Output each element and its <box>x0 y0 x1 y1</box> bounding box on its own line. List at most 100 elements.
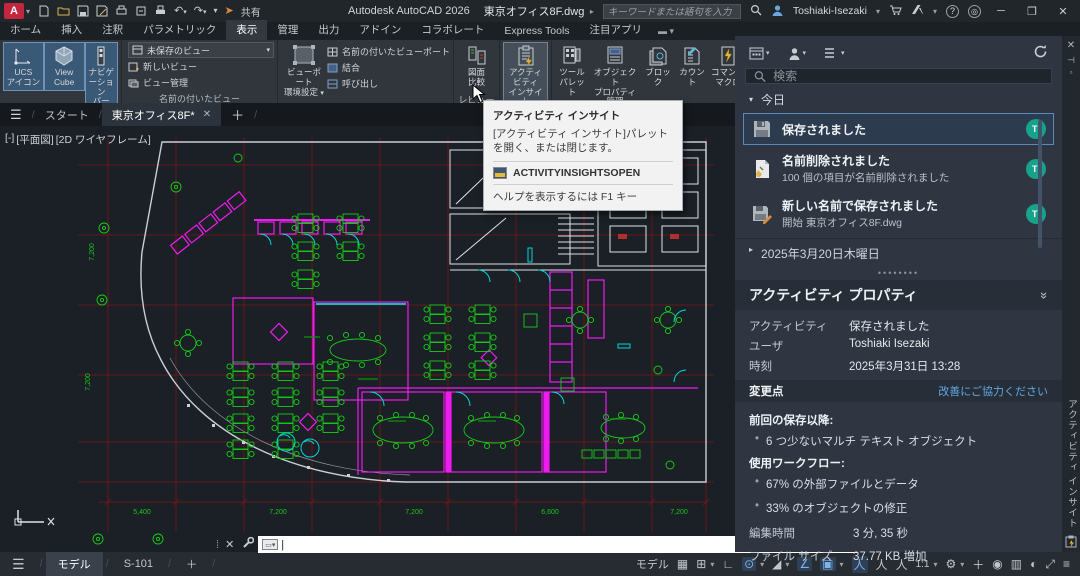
tool-palettes-button[interactable]: ツールパレット <box>555 42 589 100</box>
date-filter-button[interactable]: ▾ <box>749 46 770 60</box>
viewport-config-button[interactable]: ビューポート 環境設定 ▾ <box>281 42 327 101</box>
viewcube-button[interactable]: ViewCube <box>44 42 85 91</box>
undo-icon[interactable]: ↶▾ <box>174 6 187 17</box>
notifications-icon[interactable]: ◎ <box>968 5 981 18</box>
layout-menu-icon[interactable]: ☰ <box>0 556 37 573</box>
tab-home[interactable]: ホーム <box>0 20 51 40</box>
tab-output[interactable]: 出力 <box>308 20 349 40</box>
panel-close-icon[interactable]: ✕ <box>1067 40 1075 51</box>
share-icon[interactable]: ➤ <box>225 6 234 17</box>
share-label[interactable]: 共有 <box>241 4 261 19</box>
new-view-button[interactable]: 新しいビュー <box>128 59 197 74</box>
avatar[interactable]: TI <box>1026 119 1046 139</box>
tab-view[interactable]: 表示 <box>226 20 267 40</box>
snap-toggle-icon[interactable]: ⊞ <box>696 557 706 571</box>
autodesk-logo-icon[interactable] <box>911 4 924 18</box>
group-today[interactable]: ▾ 今日 <box>735 84 1062 112</box>
panel-autohide-icon[interactable]: ⊣ <box>1067 55 1075 66</box>
tab-addins[interactable]: アドイン <box>349 20 411 40</box>
ribbon-display-toggle-icon[interactable]: ▬ ▾ <box>658 26 674 40</box>
tab-annotate[interactable]: 注釈 <box>92 20 133 40</box>
new-drawing-tab-button[interactable]: ＋ <box>221 105 254 124</box>
tab-insert[interactable]: 挿入 <box>51 20 92 40</box>
ucs-icon-button[interactable]: UCSアイコン <box>3 42 44 91</box>
panel-splitter[interactable]: •••••••• <box>735 268 1062 278</box>
activity-search-input[interactable] <box>773 69 1043 83</box>
app-menu-button[interactable]: A <box>4 3 24 19</box>
view-manager-button[interactable]: ビュー管理 <box>128 75 188 90</box>
command-line-tools-icon[interactable] <box>238 537 258 552</box>
file-tab-menu-icon[interactable]: ☰ <box>0 107 32 123</box>
close-button[interactable]: ✕ <box>1052 5 1074 18</box>
avatar[interactable]: TI <box>1026 204 1046 224</box>
activity-item-purged[interactable]: 名前削除されました 100 個の項目が名前削除されました TI <box>743 147 1054 190</box>
activity-item-saved[interactable]: 保存されました TI <box>743 113 1054 145</box>
app-store-icon[interactable] <box>889 4 902 19</box>
command-line-close-icon[interactable]: ✕ <box>221 538 238 551</box>
app-menu-arrow-icon[interactable]: ▾ <box>26 7 30 16</box>
collapse-arrow-icon[interactable]: ▾ <box>749 95 753 104</box>
export-icon[interactable] <box>135 5 147 17</box>
restore-viewports-button[interactable]: 呼び出し <box>327 76 450 91</box>
panel-side-tab-icon[interactable] <box>1065 535 1077 548</box>
command-line-grip[interactable]: ⁞ <box>213 539 221 551</box>
count-palette-button[interactable]: カウント <box>675 42 709 91</box>
tab-document[interactable]: 東京オフィス8F* ✕ <box>102 103 221 127</box>
new-layout-button[interactable]: ＋ <box>174 552 209 576</box>
grid-toggle-icon[interactable]: ▦ <box>677 557 688 571</box>
help-icon[interactable]: ? <box>946 5 959 18</box>
ortho-toggle-icon[interactable]: ∟ <box>722 557 734 571</box>
named-viewports-button[interactable]: 名前の付いたビューポート <box>327 44 450 59</box>
panel-properties-icon[interactable]: ▫ <box>1070 68 1073 77</box>
print-icon[interactable] <box>154 5 167 17</box>
panel-side-tab-label[interactable]: アクティビティ インサイト <box>1064 399 1078 529</box>
viewport-menu-control[interactable]: [-] <box>5 132 14 147</box>
user-menu-arrow-icon[interactable]: ▾ <box>876 7 880 16</box>
activity-search[interactable] <box>745 68 1052 84</box>
user-filter-button[interactable]: ▾ <box>788 47 807 60</box>
tab-express-tools[interactable]: Express Tools <box>494 23 579 40</box>
layout-tab[interactable]: S-101 <box>112 554 165 574</box>
tab-featured-apps[interactable]: 注目アプリ <box>580 20 653 40</box>
navigation-bar-button[interactable]: ナビゲーションバー <box>85 42 118 110</box>
saveas-icon[interactable] <box>96 5 108 17</box>
close-document-icon[interactable]: ✕ <box>203 109 211 120</box>
activity-properties-header[interactable]: アクティビティ プロパティ » <box>735 280 1062 310</box>
redo-icon[interactable]: ↷▾ <box>194 6 207 17</box>
tab-manage[interactable]: 管理 <box>267 20 308 40</box>
group-older-date[interactable]: ▸ 2025年3月20日木曜日 <box>735 238 1062 268</box>
join-viewports-button[interactable]: 結合 <box>327 60 450 75</box>
new-icon[interactable] <box>38 5 50 17</box>
event-type-filter-button[interactable]: ▾ <box>824 47 845 59</box>
model-space-indicator[interactable]: モデル <box>636 556 669 572</box>
customize-statusbar-icon[interactable]: ≡ <box>1063 557 1070 571</box>
minimize-button[interactable]: ─ <box>990 5 1012 17</box>
blocks-palette-button[interactable]: ブロック <box>641 42 675 91</box>
help-search-input[interactable]: キーワードまたは語句を入力 <box>603 4 741 19</box>
view-control[interactable]: [平面図] <box>16 132 53 147</box>
tab-start[interactable]: スタート <box>35 103 99 127</box>
autodesk-menu-arrow-icon[interactable]: ▾ <box>933 7 937 16</box>
tab-parametric[interactable]: パラメトリック <box>133 20 226 40</box>
open-icon[interactable] <box>57 5 70 17</box>
list-scrollbar[interactable] <box>1038 120 1042 248</box>
search-collapse-icon[interactable]: ▸ <box>590 7 594 16</box>
plot-icon[interactable] <box>115 5 128 17</box>
tab-collaborate[interactable]: コラボレート <box>411 20 494 40</box>
feedback-link[interactable]: 改善にご協力ください <box>938 383 1048 399</box>
expand-arrow-icon[interactable]: ▸ <box>749 245 753 262</box>
visual-style-control[interactable]: [2D ワイヤフレーム] <box>56 132 151 147</box>
signed-in-user[interactable]: Toshiaki-Isezaki <box>793 5 867 17</box>
qat-customize-icon[interactable]: ▾ <box>213 7 217 15</box>
snap-menu-arrow[interactable]: ▾ <box>710 560 714 569</box>
model-tab[interactable]: モデル <box>46 552 103 576</box>
avatar[interactable]: TI <box>1026 159 1046 179</box>
search-icon[interactable] <box>750 4 762 19</box>
restore-button[interactable]: ❐ <box>1021 5 1043 18</box>
view-list-dropdown[interactable]: 未保存のビュー▾ <box>128 42 274 58</box>
activity-item-saved-as[interactable]: 新しい名前で保存されました 開始 東京オフィス8F.dwg TI <box>743 192 1054 235</box>
collapse-section-icon[interactable]: » <box>1037 291 1052 298</box>
user-icon[interactable] <box>771 4 784 19</box>
save-icon[interactable] <box>77 5 89 17</box>
refresh-icon[interactable] <box>1033 44 1048 62</box>
